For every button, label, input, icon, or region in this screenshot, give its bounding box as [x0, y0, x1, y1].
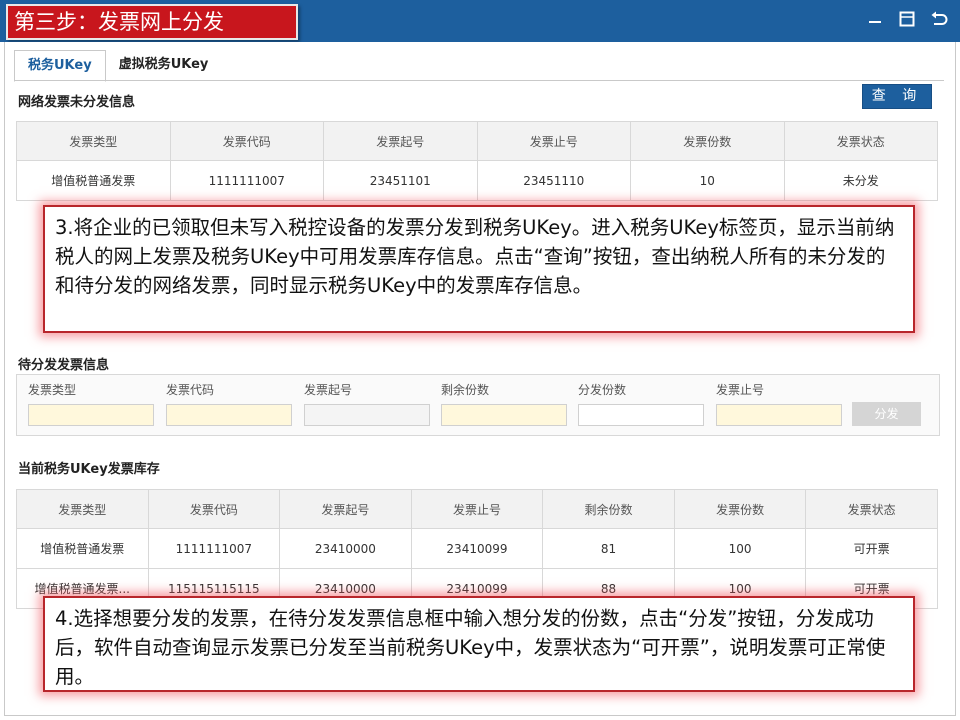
column-header: 发票止号	[410, 489, 544, 529]
window-controls	[864, 8, 950, 30]
cell-end-number: 23410099	[410, 528, 544, 569]
column-header: 发票类型	[16, 121, 171, 161]
minimize-icon[interactable]	[864, 8, 886, 30]
column-header: 发票止号	[476, 121, 631, 161]
cell-start-number: 23410000	[279, 528, 412, 569]
step-title: 第三步：发票网上分发	[6, 4, 298, 40]
cell-remaining: 81	[542, 528, 675, 569]
cell-status: 未分发	[783, 160, 938, 201]
field-invoice-code: 发票代码	[166, 381, 292, 426]
table-row[interactable]: 增值税普通发票 1111111007 23410000 23410099 81 …	[16, 528, 938, 569]
restore-icon[interactable]	[896, 8, 918, 30]
cell-invoice-type: 增值税普通发票	[16, 160, 171, 201]
pending-section-title: 待分发发票信息	[18, 358, 110, 373]
field-label: 剩余份数	[441, 383, 490, 397]
instruction-callout-step3: 3.将企业的已领取但未写入税控设备的发票分发到税务UKey。进入税务UKey标签…	[43, 205, 915, 333]
tab-divider	[14, 80, 944, 81]
field-label: 发票代码	[166, 383, 215, 397]
tab-virtual-ukey[interactable]: 虚拟税务UKey	[106, 50, 222, 80]
remaining-count-input[interactable]	[441, 404, 567, 426]
column-header: 发票代码	[169, 121, 324, 161]
cell-count: 100	[673, 528, 807, 569]
cell-start-number: 23451101	[323, 160, 478, 201]
callout-text: 3.将企业的已领取但未写入税控设备的发票分发到税务UKey。进入税务UKey标签…	[55, 216, 895, 297]
column-header: 剩余份数	[542, 489, 675, 529]
table-header-row: 发票类型 发票代码 发票起号 发票止号 剩余份数 发票份数 发票状态	[16, 489, 938, 529]
inventory-table: 发票类型 发票代码 发票起号 发票止号 剩余份数 发票份数 发票状态 增值税普通…	[16, 489, 938, 609]
column-header: 发票代码	[147, 489, 281, 529]
invoice-type-input[interactable]	[28, 404, 154, 426]
cell-invoice-type: 增值税普通发票	[16, 528, 149, 569]
network-invoice-table: 发票类型 发票代码 发票起号 发票止号 发票份数 发票状态 增值税普通发票 11…	[16, 121, 938, 201]
table-row[interactable]: 增值税普通发票 1111111007 23451101 23451110 10 …	[16, 160, 938, 201]
column-header: 发票状态	[805, 489, 938, 529]
start-number-input[interactable]	[304, 404, 430, 426]
distribute-count-input[interactable]	[578, 404, 704, 426]
field-start-number: 发票起号	[304, 381, 430, 426]
end-number-input[interactable]	[716, 404, 842, 426]
column-header: 发票状态	[783, 121, 938, 161]
cell-count: 10	[630, 160, 785, 201]
back-icon[interactable]	[928, 8, 950, 30]
field-label: 分发份数	[578, 383, 627, 397]
cell-status: 可开票	[805, 528, 938, 569]
instruction-callout-step4: 4.选择想要分发的发票，在待分发发票信息框中输入想分发的份数，点击“分发”按钮，…	[43, 596, 915, 692]
field-label: 发票类型	[28, 383, 77, 397]
field-invoice-type: 发票类型	[28, 381, 154, 426]
field-distribute-count: 分发份数	[578, 381, 704, 426]
column-header: 发票起号	[279, 489, 412, 529]
cell-invoice-code: 1111111007	[147, 528, 281, 569]
field-label: 发票止号	[716, 383, 765, 397]
field-label: 发票起号	[304, 383, 353, 397]
table-header-row: 发票类型 发票代码 发票起号 发票止号 发票份数 发票状态	[16, 121, 938, 161]
column-header: 发票类型	[16, 489, 149, 529]
invoice-code-input[interactable]	[166, 404, 292, 426]
query-button[interactable]: 查 询	[862, 84, 932, 109]
column-header: 发票份数	[673, 489, 807, 529]
callout-text: 4.选择想要分发的发票，在待分发发票信息框中输入想分发的份数，点击“分发”按钮，…	[55, 607, 886, 688]
inventory-section-title: 当前税务UKey发票库存	[18, 462, 160, 477]
column-header: 发票起号	[323, 121, 478, 161]
network-section-title: 网络发票未分发信息	[18, 95, 136, 110]
tab-ukey[interactable]: 税务UKey	[14, 50, 106, 82]
distribute-button[interactable]: 分发	[852, 402, 921, 426]
field-end-number: 发票止号	[716, 381, 842, 426]
column-header: 发票份数	[630, 121, 785, 161]
cell-invoice-code: 1111111007	[169, 160, 324, 201]
cell-end-number: 23451110	[476, 160, 631, 201]
field-remaining-count: 剩余份数	[441, 381, 567, 426]
top-bar: 第三步：发票网上分发	[0, 0, 960, 42]
tab-bar: 税务UKey 虚拟税务UKey	[14, 50, 222, 82]
